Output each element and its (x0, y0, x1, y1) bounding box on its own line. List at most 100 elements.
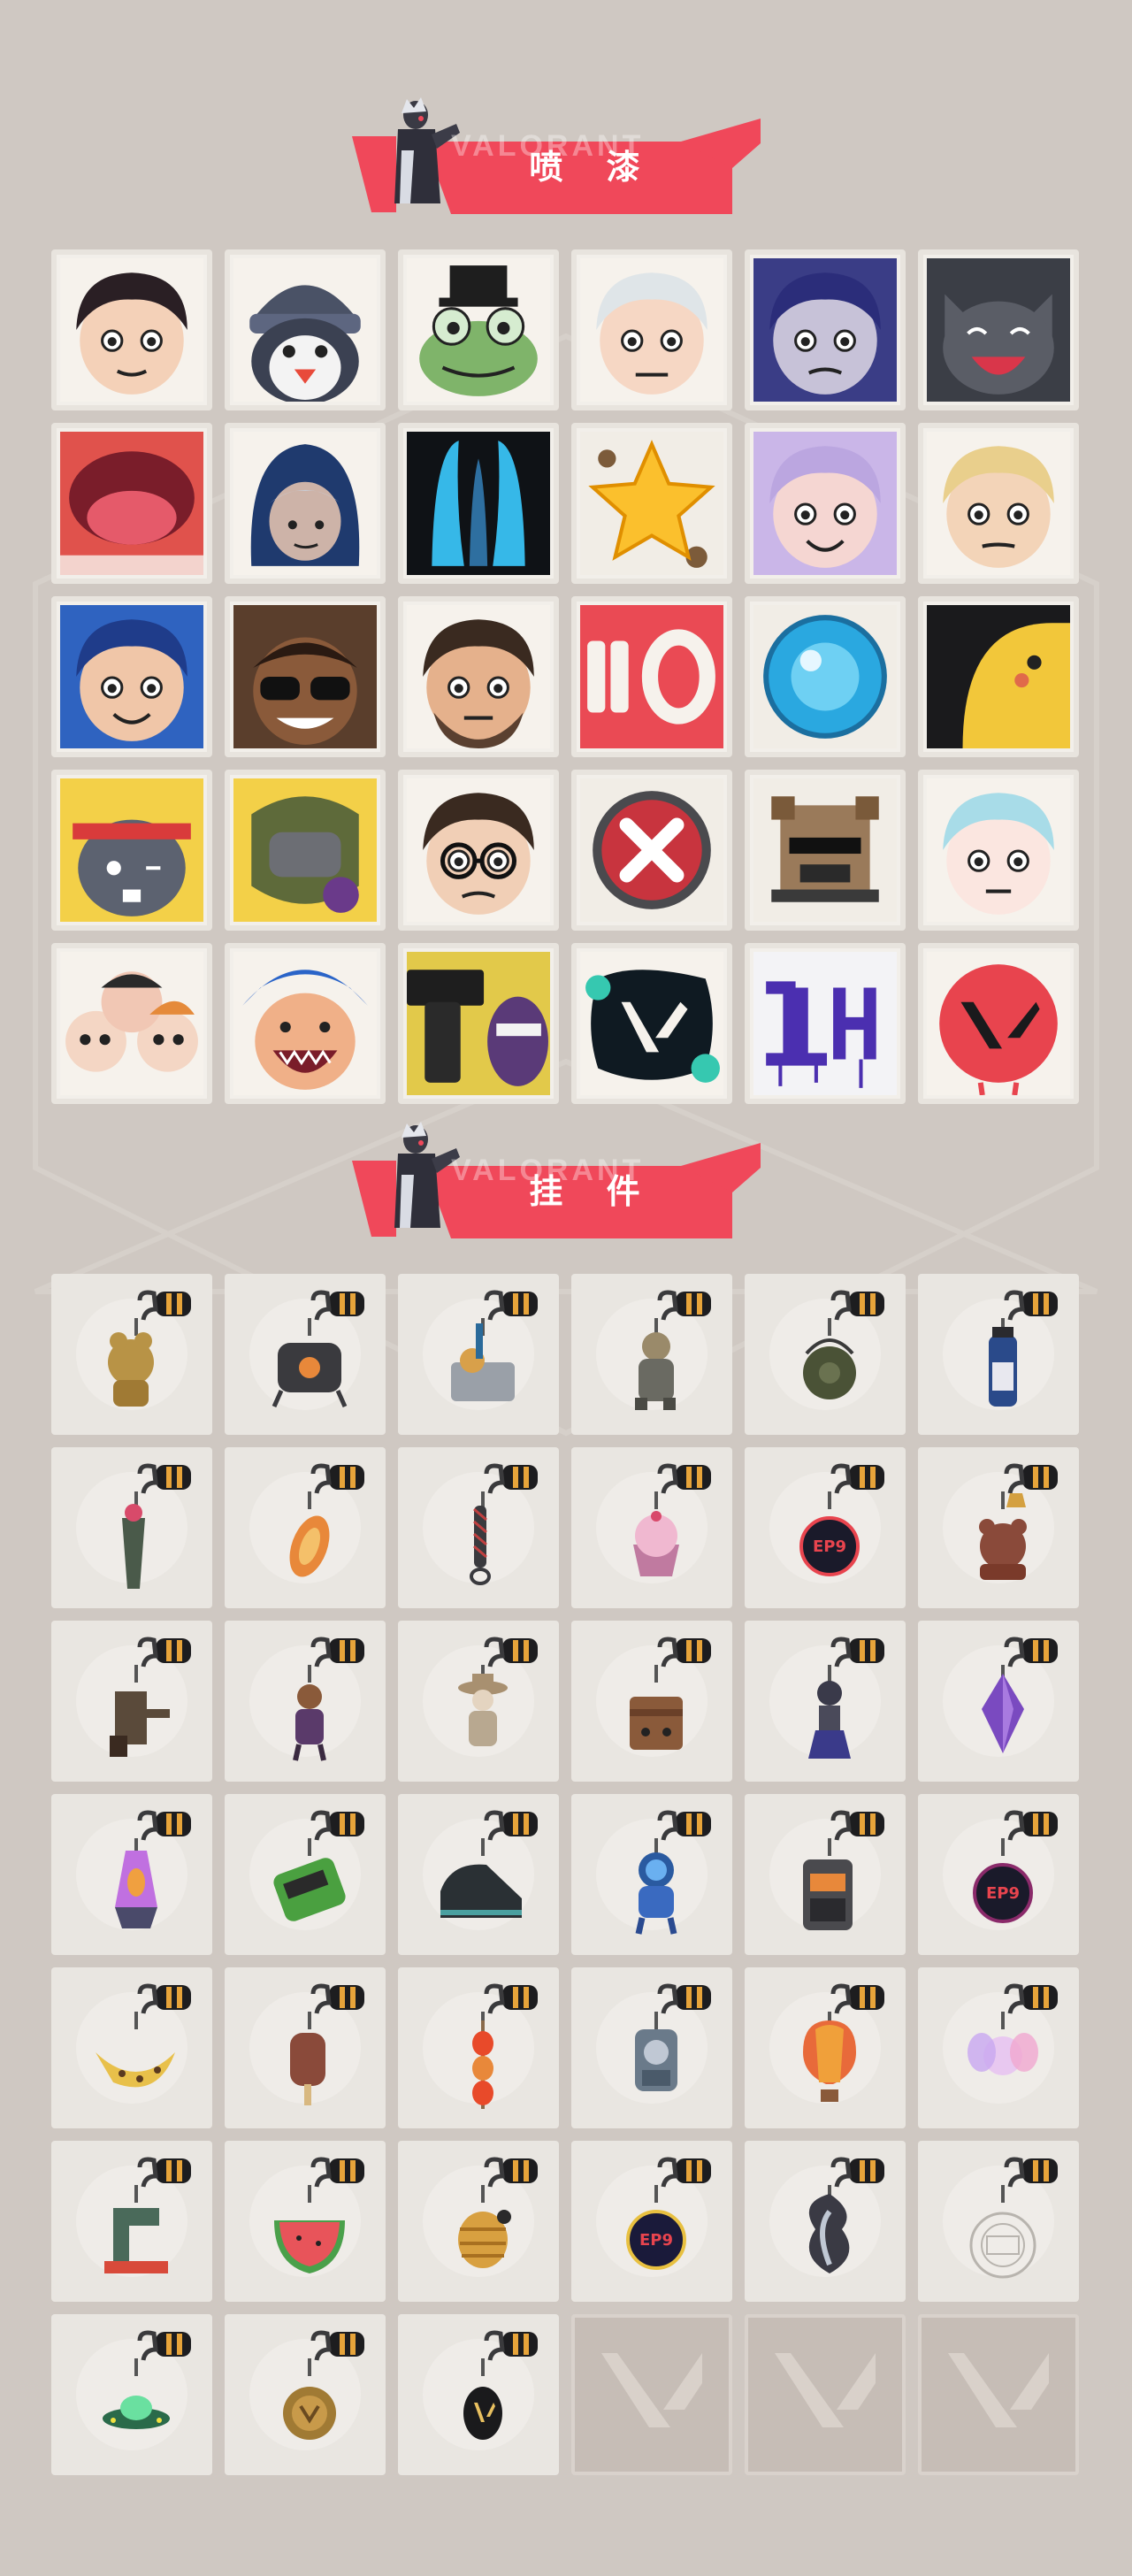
charm-item[interactable] (398, 1794, 559, 1955)
spray-item[interactable] (918, 249, 1079, 410)
charm-clip-icon (1004, 1637, 1058, 1668)
spray-item[interactable] (571, 943, 732, 1104)
charm-clip-icon (137, 2330, 191, 2361)
charm-item[interactable] (225, 2314, 386, 2475)
charm-item[interactable] (225, 1274, 386, 1435)
charm-item[interactable] (225, 1447, 386, 1608)
valorant-logo-splatter-spray-icon (580, 952, 723, 1095)
star-spray-icon (580, 432, 723, 575)
charm-item[interactable] (745, 1967, 906, 2128)
spray-item[interactable] (51, 423, 212, 584)
spray-item[interactable] (918, 423, 1079, 584)
spray-item[interactable] (225, 423, 386, 584)
bearded-agent-spray-icon (407, 605, 550, 748)
charm-item[interactable]: EP9 (918, 1794, 1079, 1955)
charm-item[interactable] (918, 1447, 1079, 1608)
charm-item[interactable] (398, 1274, 559, 1435)
spray-item[interactable] (225, 943, 386, 1104)
spray-item[interactable] (918, 596, 1079, 757)
charm-clip-icon (484, 2157, 538, 2188)
box-charm-icon (630, 1637, 711, 1750)
red-x-button-spray-icon (580, 778, 723, 922)
gold-coin-charm-icon (283, 2330, 364, 2440)
charm-item[interactable] (571, 1967, 732, 2128)
charm-item[interactable] (225, 2141, 386, 2302)
charm-item[interactable] (918, 2141, 1079, 2302)
charm-item[interactable]: EP9 (745, 1447, 906, 1608)
charm-item[interactable] (918, 1274, 1079, 1435)
spray-item[interactable] (745, 770, 906, 931)
spray-item[interactable] (398, 423, 559, 584)
charm-item[interactable] (745, 1274, 906, 1435)
charm-item[interactable] (571, 1447, 732, 1608)
charm-item[interactable] (51, 1274, 212, 1435)
gun-spray-icon (407, 952, 550, 1095)
charm-item[interactable] (398, 2314, 559, 2475)
charm-item[interactable] (571, 1794, 732, 1955)
charm-item[interactable] (51, 1447, 212, 1608)
empty-charm-slot (745, 2314, 906, 2475)
paracord-charm-icon (470, 1463, 538, 1585)
charm-clip-icon (830, 1983, 884, 2014)
angry-girl-spray-icon (927, 778, 1070, 922)
charm-item[interactable] (398, 1621, 559, 1782)
charm-item[interactable] (745, 2141, 906, 2302)
spray-item[interactable] (571, 596, 732, 757)
charm-item[interactable] (51, 1794, 212, 1955)
lava-lamp-charm-icon (115, 1810, 191, 1928)
screaming-agent-spray-icon (233, 952, 377, 1095)
charm-clip-icon (830, 1637, 884, 1668)
spray-item[interactable] (745, 943, 906, 1104)
astronaut-charm-icon (635, 1810, 711, 1935)
charm-item[interactable] (225, 1794, 386, 1955)
charm-item[interactable] (51, 2314, 212, 2475)
charm-item[interactable] (571, 1274, 732, 1435)
charm-item[interactable] (225, 1621, 386, 1782)
sunglasses-agent-spray-icon (233, 605, 377, 748)
fist-spray-icon (233, 778, 377, 922)
spray-item[interactable] (51, 943, 212, 1104)
charm-item[interactable] (745, 1794, 906, 1955)
charm-item[interactable] (398, 1447, 559, 1608)
spray-item[interactable] (398, 770, 559, 931)
charm-item[interactable] (398, 2141, 559, 2302)
bear-bell-charm-icon (979, 1463, 1058, 1580)
spray-item[interactable] (51, 249, 212, 410)
charm-clip-icon (830, 2157, 884, 2188)
spray-item[interactable] (745, 596, 906, 757)
spray-item[interactable] (51, 770, 212, 931)
charm-item[interactable] (745, 1621, 906, 1782)
svg-text:EP9: EP9 (986, 1884, 1020, 1903)
svg-text:EP9: EP9 (639, 2231, 673, 2250)
spray-item[interactable] (745, 423, 906, 584)
spray-item[interactable] (225, 249, 386, 410)
charm-clip-icon (484, 1637, 538, 1668)
spray-item[interactable] (571, 423, 732, 584)
spray-item[interactable] (571, 249, 732, 410)
spray-item[interactable] (398, 596, 559, 757)
charm-item[interactable] (918, 1621, 1079, 1782)
charm-item[interactable] (225, 1967, 386, 2128)
charm-clip-icon (310, 1637, 364, 1668)
spray-item[interactable] (918, 770, 1079, 931)
spray-item[interactable] (225, 770, 386, 931)
charm-item[interactable] (51, 1967, 212, 2128)
charm-item[interactable] (51, 2141, 212, 2302)
spray-item[interactable] (918, 943, 1079, 1104)
charm-item[interactable]: EP9 (571, 2141, 732, 2302)
spray-item[interactable] (398, 943, 559, 1104)
charm-clip-icon (310, 1983, 364, 2014)
charm-item[interactable] (51, 1621, 212, 1782)
spray-item[interactable] (398, 249, 559, 410)
spray-item[interactable] (51, 596, 212, 757)
purple-crystal-charm-icon (982, 1637, 1058, 1753)
yellow-bird-spray-icon (927, 605, 1070, 748)
charm-clip-icon (830, 1290, 884, 1321)
spray-item[interactable] (225, 596, 386, 757)
charm-item[interactable] (571, 1621, 732, 1782)
spray-item[interactable] (745, 249, 906, 410)
charm-clip-icon (1004, 1463, 1058, 1494)
spray-item[interactable] (571, 770, 732, 931)
charm-item[interactable] (918, 1967, 1079, 2128)
charm-item[interactable] (398, 1967, 559, 2128)
